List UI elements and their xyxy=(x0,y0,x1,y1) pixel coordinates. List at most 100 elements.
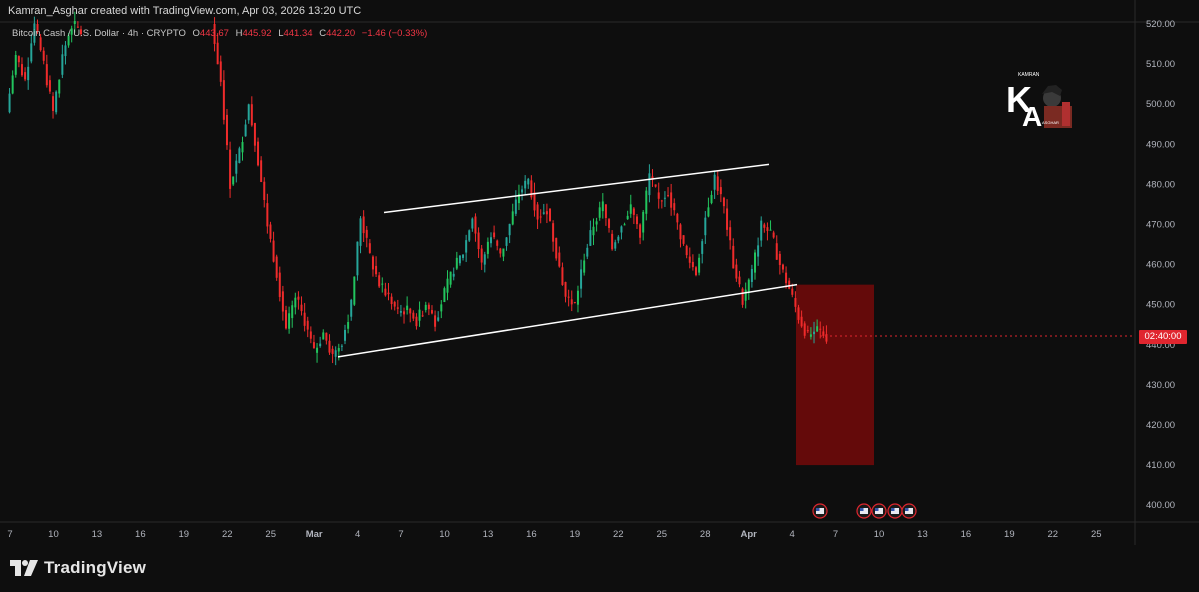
candle-body xyxy=(455,257,458,269)
candle-body xyxy=(514,199,517,214)
candle-body xyxy=(337,348,340,352)
candle-body xyxy=(766,227,769,231)
candle-body xyxy=(772,232,775,238)
candle-body xyxy=(576,290,579,305)
candle-body xyxy=(8,93,11,113)
candle-body xyxy=(225,114,228,146)
candle-body xyxy=(769,229,772,231)
y-tick-label: 410.00 xyxy=(1146,460,1175,471)
candle-body xyxy=(549,208,552,222)
y-tick-label: 510.00 xyxy=(1146,59,1175,70)
candle-body xyxy=(17,56,20,63)
tradingview-brand[interactable]: TradingView xyxy=(10,558,146,578)
candle-body xyxy=(794,298,797,307)
candle-body xyxy=(412,312,415,319)
candle-body xyxy=(570,299,573,305)
candle-body xyxy=(592,226,595,236)
x-tick-label: 16 xyxy=(961,529,972,540)
x-tick-label: 7 xyxy=(7,529,12,540)
candle-body xyxy=(688,256,691,263)
candle-body xyxy=(558,252,561,267)
candle-body xyxy=(424,304,427,311)
candle-body xyxy=(406,305,409,311)
candle-body xyxy=(52,96,55,111)
candle-body xyxy=(670,192,673,208)
candle-body xyxy=(303,312,306,326)
candle-body xyxy=(775,243,778,260)
candle-body xyxy=(493,232,496,238)
candle-body xyxy=(284,310,287,329)
candle-body xyxy=(384,288,387,296)
candle-body xyxy=(396,307,399,309)
candle-body xyxy=(300,304,303,312)
candle-body xyxy=(263,181,266,201)
candle-body xyxy=(322,332,325,340)
candle-body xyxy=(679,224,682,240)
candle-body xyxy=(344,329,347,341)
candle-body xyxy=(260,160,263,182)
candle-body xyxy=(229,149,232,189)
candle-body xyxy=(291,305,294,319)
candle-body xyxy=(64,45,67,57)
candle-body xyxy=(216,42,219,65)
y-tick-label: 460.00 xyxy=(1146,260,1175,271)
candle-body xyxy=(521,189,524,193)
candle-body xyxy=(14,55,17,75)
current-price-countdown-tag: 02:40:00 xyxy=(1139,330,1187,344)
candle-body xyxy=(45,64,48,86)
candle-body xyxy=(732,245,735,269)
x-tick-label: 22 xyxy=(613,529,624,540)
candle-body xyxy=(608,219,611,228)
candle-body xyxy=(744,289,747,301)
candle-body xyxy=(278,272,281,297)
open-label: O xyxy=(192,28,200,39)
x-tick-label: 10 xyxy=(439,529,450,540)
candle-body xyxy=(825,334,828,342)
candle-body xyxy=(545,211,548,215)
candle-body xyxy=(309,331,312,339)
candle-body xyxy=(73,21,76,24)
candle-body xyxy=(722,197,725,207)
candle-body xyxy=(486,241,489,254)
candle-body xyxy=(542,212,545,214)
candle-body xyxy=(505,237,508,246)
candle-body xyxy=(623,224,626,226)
x-tick-label: 28 xyxy=(700,529,711,540)
candle-body xyxy=(803,323,806,336)
candle-body xyxy=(449,271,452,285)
candle-body xyxy=(381,283,384,285)
low-value: 441.34 xyxy=(283,28,313,39)
x-tick-label: 25 xyxy=(265,529,276,540)
candle-body xyxy=(356,241,359,276)
tradingview-logo-icon xyxy=(10,560,38,576)
channel-upper-line xyxy=(383,163,770,214)
candle-body xyxy=(20,64,23,76)
candle-body xyxy=(58,79,61,94)
candle-body xyxy=(294,297,297,308)
x-tick-label: 19 xyxy=(179,529,190,540)
candle-body xyxy=(480,248,483,263)
x-tick-label: 16 xyxy=(135,529,146,540)
candle-body xyxy=(430,310,433,314)
candle-body xyxy=(427,304,430,310)
candle-body xyxy=(219,61,222,82)
candle-body xyxy=(632,208,635,215)
x-tick-label: 25 xyxy=(656,529,667,540)
candle-body xyxy=(390,296,393,305)
candle-body xyxy=(561,267,564,285)
candle-body xyxy=(362,216,365,234)
logo-bottom-text: ASGHAR xyxy=(1042,120,1059,125)
candle-body xyxy=(241,142,244,153)
candle-body xyxy=(508,223,511,236)
candle-body xyxy=(312,342,315,349)
candle-body xyxy=(269,224,272,239)
candle-body xyxy=(257,141,260,166)
flag-canton xyxy=(905,508,909,511)
x-tick-label: 22 xyxy=(1048,529,1059,540)
candle-body xyxy=(347,322,350,329)
y-tick-label: 480.00 xyxy=(1146,179,1175,190)
candle-body xyxy=(738,276,741,285)
flag-canton xyxy=(816,508,820,511)
candle-body xyxy=(785,272,788,284)
candle-body xyxy=(30,43,33,62)
